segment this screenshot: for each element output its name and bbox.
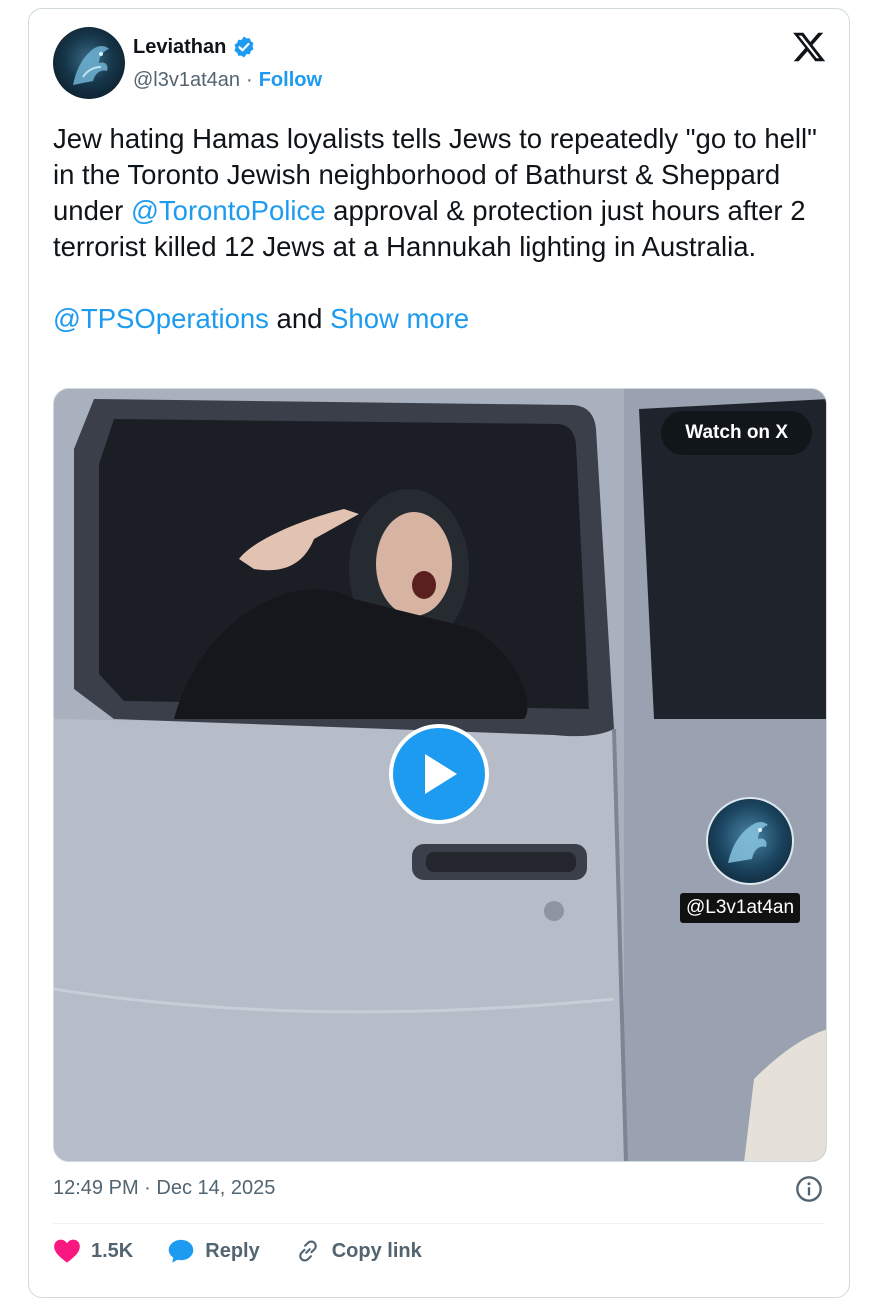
link-icon	[298, 1240, 317, 1262]
tweet-text: Jew hating Hamas loyalists tells Jews to…	[53, 121, 823, 337]
watch-on-x-button[interactable]: Watch on X	[661, 411, 812, 455]
copy-link-label: Copy link	[331, 1239, 422, 1262]
handle-separator: ·	[246, 69, 253, 91]
show-more-link[interactable]: Show more	[330, 303, 469, 334]
mention-tps-operations[interactable]: @TPSOperations	[53, 303, 269, 334]
author-avatar[interactable]	[53, 27, 125, 99]
dragon-watermark-icon	[728, 822, 768, 863]
tweet-timestamp[interactable]: 12:49 PM · Dec 14, 2025	[53, 1177, 275, 1200]
dragon-avatar-icon	[73, 46, 109, 85]
follow-button[interactable]: Follow	[259, 69, 322, 92]
like-button[interactable]: 1.5K	[53, 1238, 133, 1264]
mention-toronto-police[interactable]: @TorontoPolice	[131, 195, 326, 226]
play-icon	[425, 754, 457, 794]
tweet-embed-card: Leviathan @l3v1at4an · Follow Jew hating…	[28, 8, 850, 1298]
and-text: and	[268, 303, 331, 334]
reply-bubble-icon	[169, 1239, 194, 1263]
watermark-logo-icon	[706, 797, 794, 885]
author-handle[interactable]: @l3v1at4an	[133, 69, 240, 92]
heart-icon	[54, 1239, 80, 1263]
watermark-text: @L3v1at4an	[680, 893, 801, 923]
author-name[interactable]: Leviathan	[133, 36, 226, 59]
reply-button[interactable]: Reply	[167, 1238, 260, 1264]
play-button[interactable]	[389, 724, 489, 824]
info-icon[interactable]	[795, 1175, 823, 1203]
tweet-date: Dec 14, 2025	[156, 1177, 276, 1199]
timestamp-separator: ·	[138, 1177, 157, 1199]
copy-link-button[interactable]: Copy link	[294, 1237, 422, 1265]
reply-label: Reply	[205, 1239, 260, 1262]
divider	[53, 1223, 825, 1224]
video-player[interactable]: Watch on X @L3v1at4an	[53, 388, 827, 1162]
tweet-time: 12:49 PM	[53, 1177, 139, 1199]
verified-badge-icon	[234, 36, 254, 58]
x-logo-icon[interactable]	[791, 29, 827, 65]
like-count: 1.5K	[91, 1239, 134, 1262]
